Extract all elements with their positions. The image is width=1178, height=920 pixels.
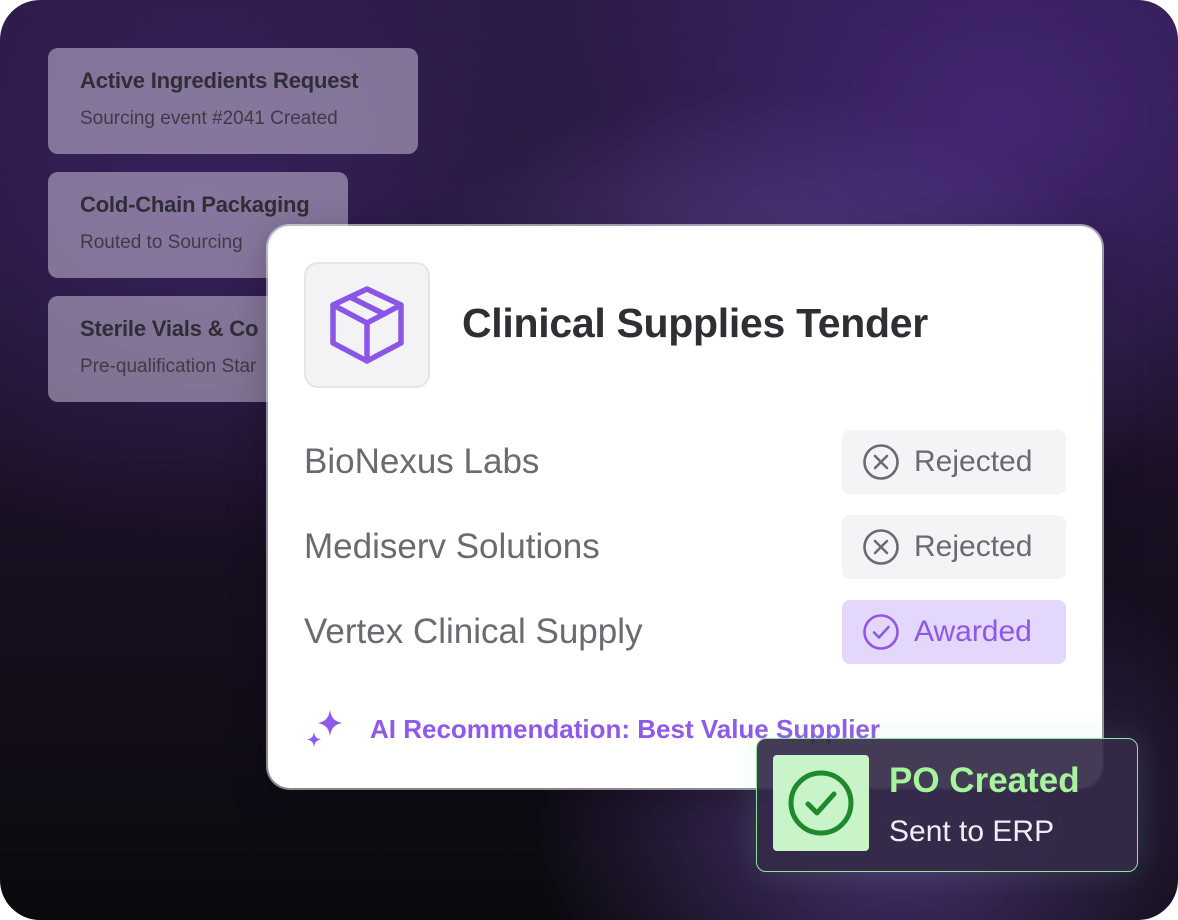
toast-title: PO Created: [889, 761, 1080, 800]
supplier-row[interactable]: Mediserv Solutions Rejected: [304, 515, 1066, 579]
check-circle-icon: [773, 755, 869, 851]
request-title: Cold-Chain Packaging: [80, 192, 310, 217]
status-badge-rejected: Rejected: [842, 430, 1066, 494]
x-circle-icon: [863, 529, 899, 565]
check-circle-icon: [863, 614, 899, 650]
supplier-row[interactable]: BioNexus Labs Rejected: [304, 430, 1066, 494]
request-title: Active Ingredients Request: [80, 68, 359, 93]
sparkle-icon: [307, 710, 342, 747]
supplier-row[interactable]: Vertex Clinical Supply Awarded: [304, 600, 1066, 664]
request-title: Sterile Vials & Co: [80, 316, 259, 341]
supplier-name: BioNexus Labs: [304, 442, 540, 481]
status-label: Rejected: [914, 445, 1033, 478]
package-box-icon: [304, 262, 430, 388]
toast-subtitle: Sent to ERP: [889, 815, 1055, 848]
status-label: Awarded: [914, 615, 1032, 648]
x-circle-icon: [863, 444, 899, 480]
status-badge-rejected: Rejected: [842, 515, 1066, 579]
background-canvas: Active Ingredients Request Sourcing even…: [0, 0, 1178, 920]
status-badge-awarded: Awarded: [842, 600, 1066, 664]
po-created-toast[interactable]: PO Created Sent to ERP: [756, 738, 1138, 872]
supplier-name: Vertex Clinical Supply: [304, 612, 643, 651]
tender-card: Clinical Supplies Tender BioNexus Labs R…: [268, 226, 1102, 788]
request-subtitle: Pre-qualification Star: [80, 356, 257, 377]
status-label: Rejected: [914, 530, 1033, 563]
supplier-name: Mediserv Solutions: [304, 527, 600, 566]
request-card-active-ingredients[interactable]: Active Ingredients Request Sourcing even…: [48, 48, 418, 154]
tender-title: Clinical Supplies Tender: [462, 300, 928, 346]
request-subtitle: Sourcing event #2041 Created: [80, 108, 338, 129]
